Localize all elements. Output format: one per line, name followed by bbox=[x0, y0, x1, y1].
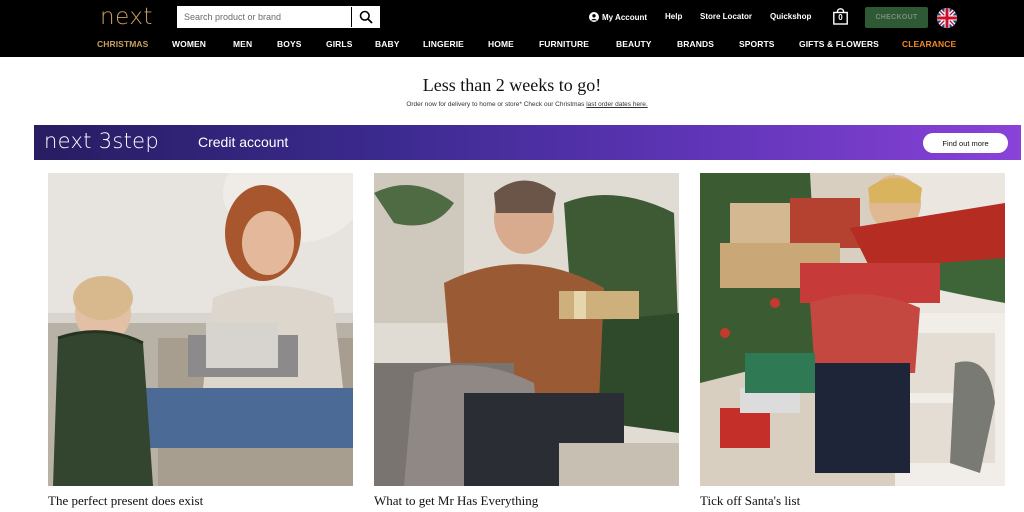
store-locator-link[interactable]: Store Locator bbox=[700, 12, 752, 21]
nav-beauty[interactable]: BEAUTY bbox=[616, 39, 652, 49]
nav-clearance[interactable]: CLEARANCE bbox=[902, 39, 956, 49]
search-box bbox=[177, 6, 380, 28]
nav-gifts-flowers[interactable]: GIFTS & FLOWERS bbox=[799, 39, 879, 49]
my-account-label: My Account bbox=[602, 12, 648, 22]
shopping-bag-button[interactable]: 0 bbox=[832, 8, 849, 25]
my-account-link[interactable]: My Account bbox=[589, 12, 647, 22]
card-image-boy-gifts[interactable] bbox=[700, 173, 1005, 486]
promo-headline: Less than 2 weeks to go! bbox=[422, 75, 602, 95]
nav-christmas[interactable]: CHRISTMAS bbox=[97, 39, 148, 49]
checkout-button[interactable]: CHECKOUT bbox=[865, 7, 928, 28]
nav-lingerie[interactable]: LINGERIE bbox=[423, 39, 464, 49]
nav-home[interactable]: HOME bbox=[488, 39, 514, 49]
next-logo[interactable]: next bbox=[100, 4, 153, 30]
promo-subline-text: Order now for delivery to home or store*… bbox=[406, 101, 587, 108]
bag-count: 0 bbox=[838, 13, 843, 22]
uk-flag-icon bbox=[937, 8, 957, 28]
search-input[interactable] bbox=[178, 7, 352, 27]
card-image-man-gift[interactable] bbox=[374, 173, 679, 486]
user-icon bbox=[589, 12, 599, 22]
nav-girls[interactable]: GIRLS bbox=[326, 39, 352, 49]
card-caption[interactable]: The perfect present does exist bbox=[48, 493, 203, 509]
help-link[interactable]: Help bbox=[665, 12, 682, 21]
site-header: next My Account Help Store Locator Quick… bbox=[0, 0, 1024, 57]
nav-women[interactable]: WOMEN bbox=[172, 39, 206, 49]
nav-furniture[interactable]: FURNITURE bbox=[539, 39, 589, 49]
promo-subline: Order now for delivery to home or store*… bbox=[0, 101, 1024, 108]
banner-title: Credit account bbox=[198, 134, 289, 150]
card-caption[interactable]: What to get Mr Has Everything bbox=[374, 493, 538, 509]
quickshop-link[interactable]: Quickshop bbox=[770, 12, 811, 21]
country-selector[interactable] bbox=[937, 8, 957, 28]
nav-men[interactable]: MEN bbox=[233, 39, 252, 49]
next-3step-logo: next 3step bbox=[44, 129, 159, 153]
card-image-family-gift[interactable] bbox=[48, 173, 353, 486]
search-icon bbox=[359, 10, 373, 24]
credit-account-banner[interactable]: next 3step Credit account Find out more bbox=[34, 125, 1021, 160]
nav-boys[interactable]: BOYS bbox=[277, 39, 302, 49]
nav-baby[interactable]: BABY bbox=[375, 39, 400, 49]
nav-sports[interactable]: SPORTS bbox=[739, 39, 775, 49]
main-nav: CHRISTMAS WOMEN MEN BOYS GIRLS BABY LING… bbox=[0, 39, 1024, 53]
nav-brands[interactable]: BRANDS bbox=[677, 39, 714, 49]
last-order-dates-link[interactable]: last order dates here. bbox=[586, 101, 647, 108]
find-out-more-button[interactable]: Find out more bbox=[923, 133, 1008, 153]
search-button[interactable] bbox=[351, 7, 379, 27]
card-caption[interactable]: Tick off Santa's list bbox=[700, 493, 800, 509]
